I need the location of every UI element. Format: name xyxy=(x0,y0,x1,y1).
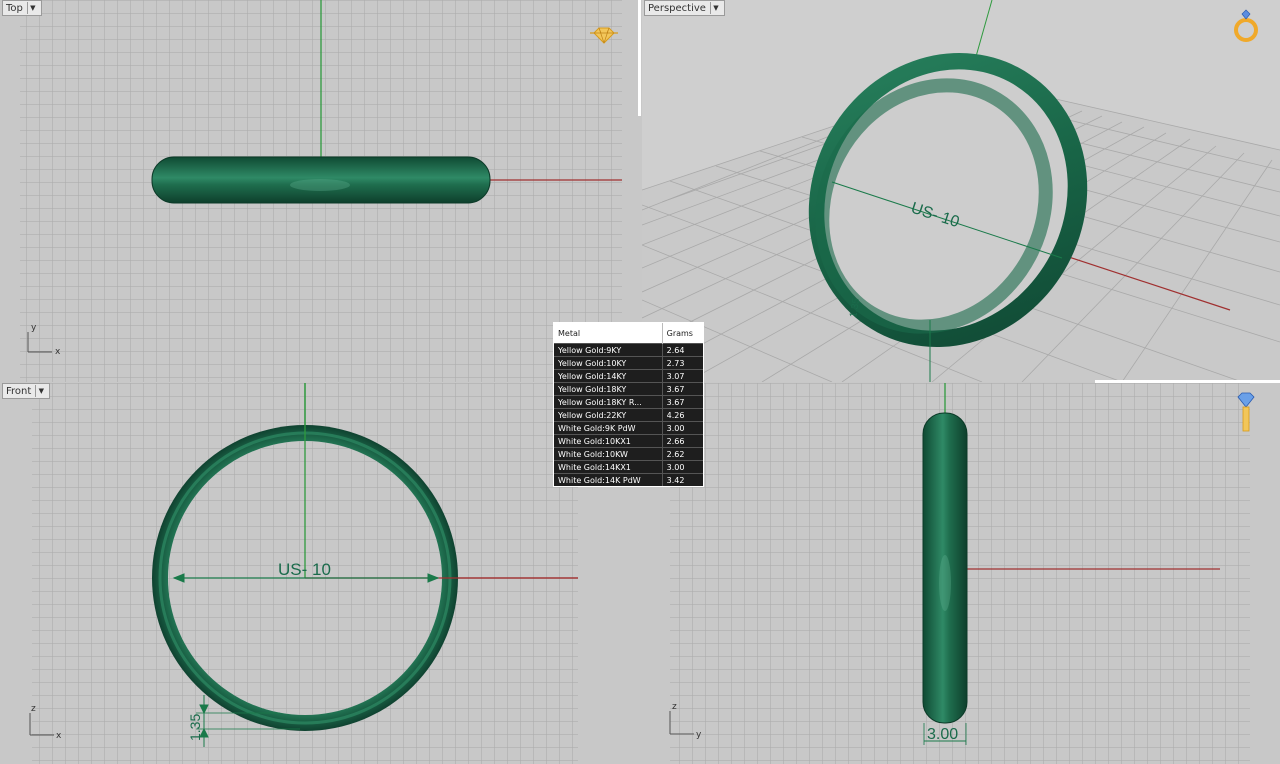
front-thickness-label: 1.35 xyxy=(187,714,203,741)
table-row[interactable]: Yellow Gold:14KY 3.07 xyxy=(554,369,703,383)
grams-cell: 4.26 xyxy=(662,408,703,422)
top-viewport-label[interactable]: Top ▼ xyxy=(2,0,42,16)
table-row[interactable]: White Gold:10KX1 2.66 xyxy=(554,434,703,448)
right-width-label: 3.00 xyxy=(927,726,958,743)
grams-cell: 2.66 xyxy=(662,434,703,448)
perspective-viewport-label[interactable]: Perspective ▼ xyxy=(644,0,725,16)
top-viewport[interactable]: x y Top ▼ xyxy=(0,0,638,382)
grams-cell: 3.67 xyxy=(662,395,703,409)
table-row[interactable]: Yellow Gold:18KY R... 3.67 xyxy=(554,395,703,409)
top-axis-y-label: y xyxy=(31,323,37,333)
metal-cell: White Gold:14K PdW xyxy=(554,473,663,486)
grams-cell: 3.00 xyxy=(662,460,703,474)
metal-cell: White Gold:10KX1 xyxy=(554,434,663,448)
right-axis-y-label: y xyxy=(696,730,702,740)
front-viewport-label[interactable]: Front ▼ xyxy=(2,383,51,399)
viewport-divider-vertical[interactable] xyxy=(638,0,641,116)
table-header-row: Metal Grams xyxy=(554,323,703,344)
table-row[interactable]: Yellow Gold:10KY 2.73 xyxy=(554,356,703,370)
front-viewport[interactable]: US- 10 1.35 x z Front ▼ xyxy=(0,383,578,764)
right-viewport[interactable]: 3.00 y z xyxy=(640,383,1280,764)
table-row[interactable]: White Gold:9K PdW 3.00 xyxy=(554,421,703,435)
metal-cell: White Gold:9K PdW xyxy=(554,421,663,435)
grams-cell: 3.07 xyxy=(662,369,703,383)
metal-cell: Yellow Gold:10KY xyxy=(554,356,663,370)
metal-column-header[interactable]: Metal xyxy=(554,323,663,344)
metal-cell: White Gold:14KX1 xyxy=(554,460,663,474)
right-axis-z-label: z xyxy=(672,702,677,712)
chevron-down-icon[interactable]: ▼ xyxy=(709,2,721,14)
metal-cell: Yellow Gold:18KY xyxy=(554,382,663,396)
table-row[interactable]: White Gold:10KW 2.62 xyxy=(554,447,703,461)
chevron-down-icon[interactable]: ▼ xyxy=(26,2,38,14)
table-row[interactable]: White Gold:14K PdW 3.42 xyxy=(554,473,703,486)
metal-weight-table: Metal Grams Yellow Gold:9KY 2.64 Yellow G… xyxy=(553,322,704,487)
front-axis-z-label: z xyxy=(31,704,36,714)
metal-cell: White Gold:10KW xyxy=(554,447,663,461)
metal-cell: Yellow Gold:18KY R... xyxy=(554,395,663,409)
perspective-viewport[interactable]: US- 10 1.35 Perspective ▼ xyxy=(642,0,1280,382)
grams-column-header[interactable]: Grams xyxy=(662,323,703,344)
table-row[interactable]: Yellow Gold:9KY 2.64 xyxy=(554,343,703,357)
metal-cell: Yellow Gold:9KY xyxy=(554,343,663,357)
grams-cell: 2.64 xyxy=(662,343,703,357)
grams-cell: 3.00 xyxy=(662,421,703,435)
grams-cell: 3.42 xyxy=(662,473,703,486)
metal-cell: Yellow Gold:14KY xyxy=(554,369,663,383)
metal-cell: Yellow Gold:22KY xyxy=(554,408,663,422)
table-row[interactable]: Yellow Gold:18KY 3.67 xyxy=(554,382,703,396)
grams-cell: 3.67 xyxy=(662,382,703,396)
top-axis-x-label: x xyxy=(55,347,61,357)
grams-cell: 2.73 xyxy=(662,356,703,370)
front-axis-x-label: x xyxy=(56,731,62,741)
table-row[interactable]: White Gold:14KX1 3.00 xyxy=(554,460,703,474)
chevron-down-icon[interactable]: ▼ xyxy=(35,385,46,397)
front-size-label: US- 10 xyxy=(278,560,331,579)
table-row[interactable]: Yellow Gold:22KY 4.26 xyxy=(554,408,703,422)
grams-cell: 2.62 xyxy=(662,447,703,461)
